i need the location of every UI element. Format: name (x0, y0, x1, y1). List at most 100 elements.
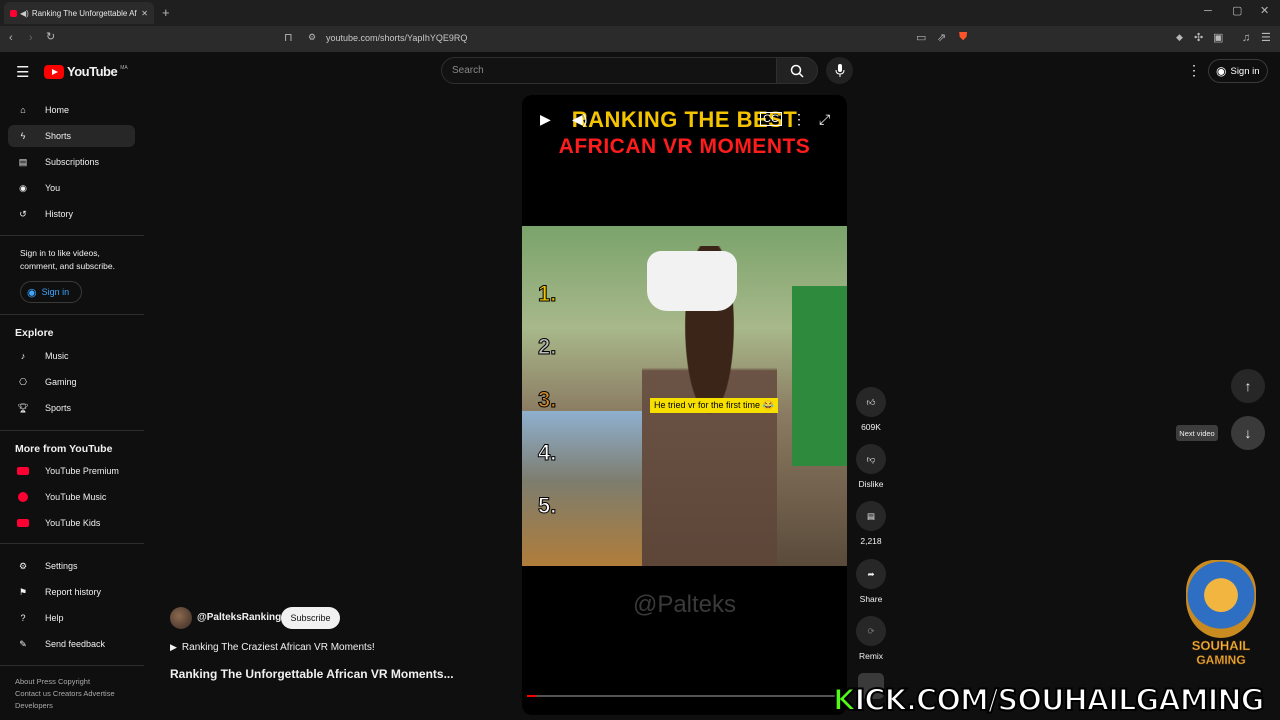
next-video-button[interactable]: ↓ (1231, 416, 1265, 450)
search-input[interactable]: Search (441, 57, 777, 84)
share-icon: ➦ (856, 559, 886, 589)
sidebar-item-label: Help (45, 613, 64, 623)
brave-shield-icon[interactable]: ⛊ (959, 32, 967, 43)
kick-url: ICK.COM/SOUHAILGAMING (853, 682, 1265, 718)
browser-tab[interactable]: ◀) Ranking The Unforgettable Af ✕ (4, 2, 154, 24)
sidebar-item-settings[interactable]: ⚙ Settings (8, 555, 135, 577)
youtube-logo[interactable]: YouTube MA (44, 64, 128, 79)
kick-k: K (832, 682, 857, 718)
sidebar-item-subscriptions[interactable]: ▤ Subscriptions (8, 151, 135, 173)
sidebar-item-sports[interactable]: 🏆︎ Sports (8, 397, 135, 419)
wallet-icon[interactable]: ◆ (1176, 33, 1183, 42)
sidebar-item-label: Subscriptions (45, 157, 100, 167)
subscribe-button[interactable]: Subscribe (281, 607, 340, 629)
channel-handle[interactable]: @PalteksRanking (197, 612, 281, 623)
share-page-icon[interactable]: ⇗ (937, 33, 946, 44)
volume-icon[interactable]: ◀) (572, 111, 587, 128)
remix-button[interactable]: ⟳ Remix (856, 616, 886, 661)
kick-channel-banner: KICK.COM/SOUHAILGAMING (832, 682, 1266, 718)
sidebar-item-gaming[interactable]: ⎔ Gaming (8, 371, 135, 393)
logo-text-line2: GAMING (1196, 653, 1246, 668)
youtube-premium-icon (16, 464, 30, 478)
gaming-icon: ⎔ (19, 376, 27, 387)
url-field[interactable]: youtube.com/shorts/YapIhYQE9RQ (326, 33, 467, 43)
voice-search-button[interactable] (826, 57, 853, 84)
explore-heading: Explore (15, 327, 54, 339)
back-icon[interactable]: ‹ (9, 33, 13, 44)
comments-button[interactable]: ▤ 2,218 (856, 501, 886, 546)
tab-close-icon[interactable]: ✕ (141, 9, 148, 18)
sports-icon: 🏆︎ (17, 402, 29, 413)
footer-links[interactable]: Developers (15, 701, 53, 710)
logo-text-line1: SOUHAIL (1191, 638, 1251, 654)
share-button[interactable]: ➦ Share (856, 559, 886, 604)
video-title-overlay-line2: AFRICAN VR MOMENTS (558, 135, 811, 158)
video-frame: 1. 2. 3. 4. 5. He tried vr for the first… (522, 226, 847, 566)
footer-links[interactable]: Contact us Creators Advertise (15, 689, 115, 698)
remix-label: Remix (858, 651, 884, 661)
new-tab-button[interactable]: + (162, 6, 170, 19)
site-info-icon[interactable]: ⚙ (308, 33, 316, 42)
account-icon: ◉ (27, 286, 37, 299)
extensions-icon[interactable]: ✣ (1194, 33, 1203, 44)
avatar[interactable] (170, 607, 192, 629)
close-icon[interactable]: ✕ (1260, 6, 1269, 17)
channel-watermark: @Palteks (632, 591, 737, 618)
rank-number: 5. (537, 493, 557, 519)
sign-in-button[interactable]: ◉ Sign in (1208, 59, 1268, 83)
sidebar-item-shorts[interactable]: ϟ Shorts (8, 125, 135, 147)
more-options-icon[interactable]: ⋮ (792, 111, 806, 128)
more-options-icon[interactable]: ⋮ (1187, 62, 1201, 79)
home-icon: ⌂ (20, 105, 26, 115)
footer-links[interactable]: About Press Copyright (15, 677, 90, 686)
sidebar-item-you[interactable]: ◉ You (8, 177, 135, 199)
browser-tab-bar: ◀) Ranking The Unforgettable Af ✕ + ─ ▢ … (0, 0, 1280, 26)
audio-icon[interactable]: ◀) (20, 9, 29, 18)
play-icon: ▶ (170, 642, 177, 652)
fullscreen-icon[interactable]: ⤢ (819, 111, 830, 128)
sidebar-item-youtube-music[interactable]: YouTube Music (8, 486, 135, 508)
sidebar-item-label: Report history (45, 587, 102, 597)
media-icon[interactable]: ♫ (1242, 33, 1250, 44)
reload-icon[interactable]: ↻ (46, 32, 55, 43)
cast-icon[interactable]: ▭ (916, 33, 926, 44)
search-button[interactable] (776, 57, 818, 84)
search-icon (790, 64, 804, 78)
hamburger-menu-icon[interactable]: ☰ (16, 63, 29, 81)
sidebar-panel-icon[interactable]: ▣ (1213, 33, 1223, 44)
minimize-icon[interactable]: ─ (1204, 6, 1212, 17)
divider (0, 235, 144, 236)
play-icon[interactable]: ▶ (540, 111, 551, 128)
sidebar-item-report-history[interactable]: ⚑ Report history (8, 581, 135, 603)
captions-icon[interactable]: CC (760, 112, 782, 126)
like-button[interactable]: 👍︎ 609K (856, 387, 886, 432)
sidebar-item-youtube-kids[interactable]: YouTube Kids (8, 512, 135, 534)
bookmark-icon[interactable]: ⊓ (284, 33, 293, 44)
sidebar-item-home[interactable]: ⌂ Home (8, 99, 135, 121)
youtube-kids-icon (16, 516, 30, 530)
progress-bar[interactable] (527, 695, 842, 697)
playlist-link[interactable]: ▶ Ranking The Craziest African VR Moment… (170, 642, 375, 653)
dislike-button[interactable]: 👎︎ Dislike (856, 444, 886, 489)
sign-in-label: Sign in (1230, 65, 1260, 77)
forward-icon[interactable]: › (29, 33, 33, 44)
comment-icon: ▤ (856, 501, 886, 531)
previous-video-button[interactable]: ↑ (1231, 369, 1265, 403)
maximize-icon[interactable]: ▢ (1232, 6, 1242, 17)
dislike-label: Dislike (858, 479, 884, 489)
help-icon: ? (20, 613, 26, 623)
sidebar-item-help[interactable]: ? Help (8, 607, 135, 629)
sidebar-item-history[interactable]: ↺ History (8, 203, 135, 225)
sidebar-item-youtube-premium[interactable]: YouTube Premium (8, 460, 135, 482)
playlist-title: Ranking The Craziest African VR Moments! (181, 642, 375, 653)
rank-number: 2. (537, 334, 557, 360)
sidebar-item-label: Home (45, 105, 70, 115)
sign-in-message: Sign in to like videos, comment, and sub… (20, 248, 115, 271)
video-title[interactable]: Ranking The Unforgettable African VR Mom… (170, 667, 454, 681)
sidebar-item-send-feedback[interactable]: ✎ Send feedback (8, 633, 135, 655)
sidebar-item-music[interactable]: ♪ Music (8, 345, 135, 367)
sidebar-sign-in-button[interactable]: ◉ Sign in (20, 281, 82, 303)
shorts-video-player[interactable]: RANKING THE BEST AFRICAN VR MOMENTS ▶ ◀)… (522, 95, 847, 715)
sidebar-item-label: YouTube Music (45, 492, 107, 502)
menu-icon[interactable]: ☰ (1261, 33, 1271, 44)
